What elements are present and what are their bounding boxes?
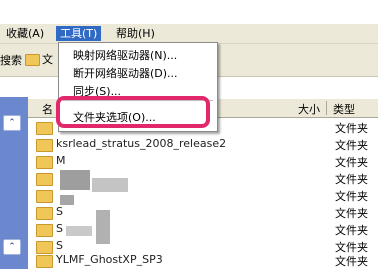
redacted-block (96, 210, 110, 244)
column-header-type[interactable]: 类型 (333, 101, 355, 117)
menu-bar: 收藏(A) 工具(T) 帮助(H) (0, 24, 378, 44)
item-type: 文件夹 (335, 122, 368, 135)
folders-button-label: 文 (42, 53, 53, 66)
item-name: S (56, 222, 63, 235)
folder-icon (36, 173, 53, 186)
search-button[interactable]: 搜索 (0, 52, 22, 68)
folder-icon (36, 224, 53, 237)
collapse-chevron-icon[interactable]: ⌃ (3, 239, 21, 255)
item-type: 文件夹 (335, 224, 368, 237)
list-item[interactable]: ksrlead_stratus_2008_release2 文件夹 (28, 136, 378, 153)
item-type: 文件夹 (335, 255, 368, 268)
task-pane-header (0, 77, 28, 97)
list-item[interactable]: YLMF_GhostXP_SP3 文件夹 (28, 252, 378, 269)
folders-button[interactable]: 文 (22, 50, 58, 68)
folder-icon (36, 207, 53, 220)
menu-tools[interactable]: 工具(T) (56, 26, 102, 41)
list-item[interactable]: M 文件夹 (28, 153, 378, 170)
item-name: S (56, 239, 63, 252)
folder-icon (36, 190, 53, 203)
folder-icon (36, 122, 53, 135)
item-name: YLMF_GhostXP_SP3 (56, 253, 163, 266)
menu-item-map-network-drive[interactable]: 映射网络驱动器(N)... (73, 47, 177, 63)
item-type: 文件夹 (335, 173, 368, 186)
menu-item-disconnect-network-drive[interactable]: 断开网络驱动器(D)... (73, 65, 178, 81)
folder-icon (36, 156, 53, 169)
item-type: 文件夹 (335, 190, 368, 203)
column-divider[interactable] (326, 101, 327, 115)
redacted-block (92, 178, 128, 192)
folder-icon (36, 255, 53, 268)
list-item[interactable]: S 文件夹 (28, 204, 378, 221)
item-type: 文件夹 (335, 156, 368, 169)
folder-icon (25, 54, 40, 66)
item-type: 文件夹 (335, 207, 368, 220)
column-header-size[interactable]: 大小 (298, 101, 320, 117)
collapse-chevron-icon[interactable]: ⌃ (3, 115, 21, 131)
item-type: 文件夹 (335, 139, 368, 152)
redacted-block (60, 170, 90, 190)
folder-icon (36, 139, 53, 152)
item-name: ksrlead_stratus_2008_release2 (56, 137, 227, 150)
task-pane: ⌃ ⌃ (0, 77, 28, 269)
highlight-annotation (56, 96, 210, 128)
column-header-name[interactable]: 名 (42, 101, 53, 117)
item-name: S (56, 205, 63, 218)
item-name: M (56, 154, 66, 167)
redacted-block (66, 226, 92, 236)
menu-help[interactable]: 帮助(H) (112, 26, 159, 41)
menu-favorites[interactable]: 收藏(A) (2, 26, 48, 41)
redacted-block (60, 195, 74, 205)
